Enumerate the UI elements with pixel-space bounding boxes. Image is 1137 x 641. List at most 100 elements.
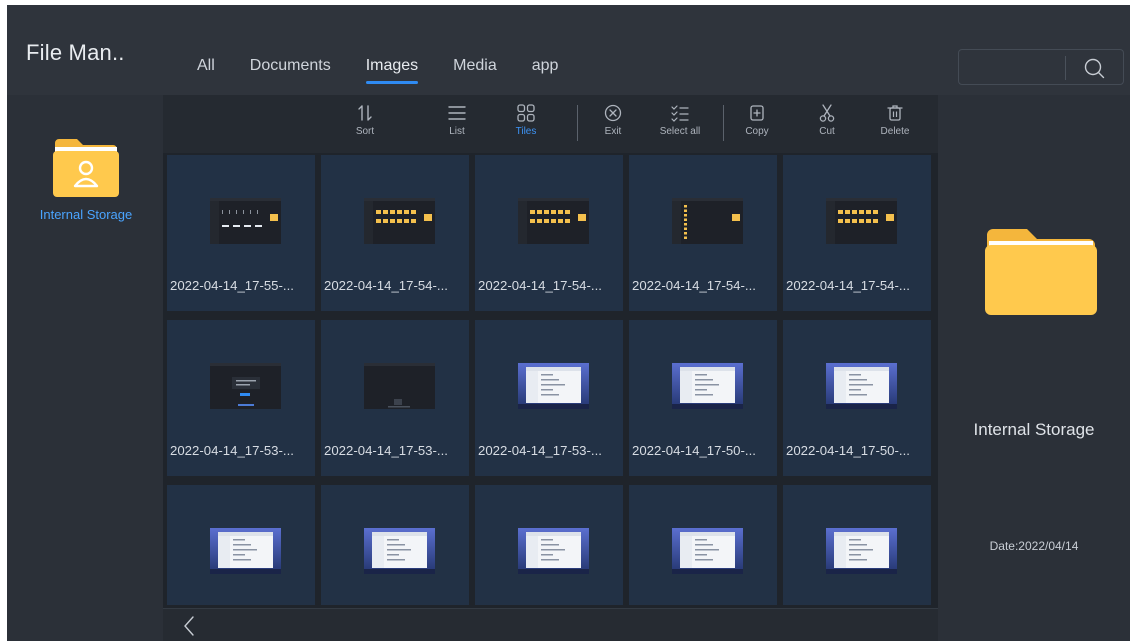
trash-icon	[887, 105, 903, 121]
thumbnail	[210, 528, 281, 574]
image-thumbnail	[672, 528, 743, 574]
file-tile[interactable]: 2022-04-14_17-54-...	[321, 155, 469, 311]
image-thumbnail	[210, 363, 281, 409]
file-tile[interactable]: 2022-04-14_17-54-...	[783, 155, 931, 311]
sidebar: Internal Storage	[7, 95, 163, 641]
image-thumbnail	[210, 198, 281, 244]
thumbnail	[364, 363, 435, 409]
tab-app[interactable]: app	[532, 57, 559, 75]
thumbnail	[672, 528, 743, 574]
copy-label: Copy	[745, 126, 769, 137]
copy-icon	[750, 105, 764, 121]
thumbnail	[210, 363, 281, 409]
file-tile[interactable]: 2022-04-14_17-54-...	[629, 155, 777, 311]
header: File Man.. All Documents Images Media ap…	[7, 5, 1130, 95]
image-thumbnail	[364, 198, 435, 244]
exit-button[interactable]: Exit	[581, 103, 645, 137]
list-label: List	[449, 126, 465, 137]
file-tile[interactable]: 2022-04-14_17-53-...	[167, 320, 315, 476]
tab-all[interactable]: All	[197, 57, 215, 75]
cut-label: Cut	[819, 126, 835, 137]
thumbnail	[826, 198, 897, 244]
file-tile[interactable]	[475, 485, 623, 605]
file-name: 2022-04-14_17-54-...	[478, 278, 602, 293]
file-tile[interactable]	[629, 485, 777, 605]
file-tile[interactable]: 2022-04-14_17-53-...	[321, 320, 469, 476]
sort-button[interactable]: Sort	[333, 103, 397, 137]
file-tile[interactable]	[321, 485, 469, 605]
bottom-bar	[163, 608, 938, 641]
file-name: 2022-04-14_17-53-...	[478, 443, 602, 458]
detail-name: Internal Storage	[973, 420, 1095, 439]
thumbnail	[826, 528, 897, 574]
chevron-left-icon[interactable]	[181, 615, 197, 637]
user-folder-icon	[53, 139, 119, 197]
search-icon[interactable]	[1083, 57, 1105, 79]
main-panel: Sort List Tiles Exit Select all Copy Cut…	[163, 95, 938, 641]
folder-icon	[985, 229, 1097, 315]
file-tile[interactable]	[783, 485, 931, 605]
sidebar-item-label: Internal Storage	[39, 207, 133, 222]
tab-media[interactable]: Media	[453, 57, 497, 75]
thumbnail	[672, 198, 743, 244]
toolbar-divider	[723, 105, 724, 141]
sidebar-item-internal-storage[interactable]: Internal Storage	[26, 135, 146, 222]
sort-label: Sort	[355, 126, 375, 137]
list-view-button[interactable]: List	[425, 103, 489, 137]
thumbnail	[210, 198, 281, 244]
thumbnail	[672, 363, 743, 409]
file-name: 2022-04-14_17-54-...	[632, 278, 756, 293]
file-tile[interactable]: 2022-04-14_17-50-...	[629, 320, 777, 476]
checklist-icon	[671, 105, 689, 122]
image-thumbnail	[518, 198, 589, 244]
file-name: 2022-04-14_17-54-...	[324, 278, 448, 293]
file-tile[interactable]: 2022-04-14_17-53-...	[475, 320, 623, 476]
app-title: File Man..	[26, 40, 125, 65]
image-thumbnail	[364, 528, 435, 574]
delete-label: Delete	[880, 126, 910, 137]
search-divider	[1065, 56, 1066, 80]
detail-date: Date:2022/04/14	[989, 539, 1079, 553]
tiles-icon	[517, 104, 535, 122]
thumbnail	[518, 528, 589, 574]
tab-images[interactable]: Images	[365, 57, 419, 84]
file-manager-window: File Man.. All Documents Images Media ap…	[7, 5, 1130, 641]
category-tabs: All Documents Images Media app	[197, 57, 593, 84]
file-name: 2022-04-14_17-53-...	[170, 443, 294, 458]
file-tile[interactable]: 2022-04-14_17-54-...	[475, 155, 623, 311]
image-thumbnail	[826, 363, 897, 409]
sort-icon	[358, 105, 372, 121]
image-thumbnail	[518, 363, 589, 409]
scissors-icon	[819, 104, 835, 122]
list-icon	[448, 106, 466, 120]
tiles-label: Tiles	[515, 126, 537, 137]
thumbnail	[364, 198, 435, 244]
file-name: 2022-04-14_17-50-...	[632, 443, 756, 458]
copy-button[interactable]: Copy	[725, 103, 789, 137]
thumbnail	[826, 363, 897, 409]
file-tile[interactable]: 2022-04-14_17-55-...	[167, 155, 315, 311]
cut-button[interactable]: Cut	[795, 103, 859, 137]
thumbnail	[518, 363, 589, 409]
image-thumbnail	[826, 528, 897, 574]
toolbar: Sort List Tiles Exit Select all Copy Cut…	[163, 95, 938, 153]
select-all-label: Select all	[659, 126, 701, 137]
file-name: 2022-04-14_17-53-...	[324, 443, 448, 458]
file-name: 2022-04-14_17-55-...	[170, 278, 294, 293]
delete-button[interactable]: Delete	[863, 103, 927, 137]
image-thumbnail	[518, 528, 589, 574]
detail-panel: Internal Storage Date:2022/04/14	[938, 95, 1130, 641]
file-tile[interactable]	[167, 485, 315, 605]
exit-label: Exit	[604, 126, 622, 137]
search-box[interactable]	[958, 49, 1124, 85]
image-thumbnail	[672, 198, 743, 244]
image-thumbnail	[364, 363, 435, 409]
select-all-button[interactable]: Select all	[648, 103, 712, 137]
file-name: 2022-04-14_17-50-...	[786, 443, 910, 458]
file-tile[interactable]: 2022-04-14_17-50-...	[783, 320, 931, 476]
file-name: 2022-04-14_17-54-...	[786, 278, 910, 293]
close-circle-icon	[604, 104, 622, 122]
tab-documents[interactable]: Documents	[250, 57, 331, 75]
tiles-view-button[interactable]: Tiles	[494, 103, 558, 137]
image-thumbnail	[826, 198, 897, 244]
